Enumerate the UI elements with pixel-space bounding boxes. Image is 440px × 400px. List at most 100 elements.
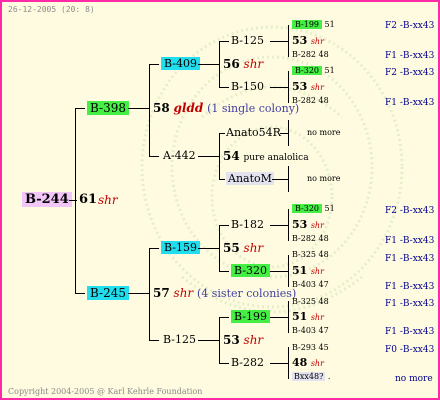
connector xyxy=(288,166,289,192)
g6-1-code1: F2 -B-xx43 xyxy=(385,68,435,78)
connector xyxy=(288,347,289,379)
b398-info: 58 gldd (1 single colony) xyxy=(153,101,300,115)
n54-info: 54 pure analolica xyxy=(223,149,309,163)
connector xyxy=(75,293,85,294)
g6-4-code1: F1 -B-xx43 xyxy=(385,299,435,309)
queen-b282[interactable]: B-282 xyxy=(231,356,264,370)
g6-3-bot[interactable]: B-403 47 xyxy=(292,280,329,290)
g6-4-top[interactable]: B-325 48 xyxy=(292,297,329,307)
connector xyxy=(270,225,288,226)
connector xyxy=(270,87,288,88)
connector xyxy=(288,71,289,103)
root-queen[interactable]: B-244 xyxy=(22,192,72,207)
connector xyxy=(149,248,150,340)
connector xyxy=(128,293,150,294)
queen-anatom[interactable]: AnatoM xyxy=(226,172,274,186)
queen-b409[interactable]: B-409 xyxy=(161,57,200,71)
copyright-footer: Copyright 2004-2005 @ Karl Kehrle Founda… xyxy=(8,387,203,396)
connector xyxy=(75,108,76,294)
queen-b150[interactable]: B-150 xyxy=(231,80,264,94)
queen-b182[interactable]: B-182 xyxy=(231,218,264,232)
g6-3-code1: F1 -B-xx43 xyxy=(385,254,435,264)
queen-b125-g5[interactable]: B-125 xyxy=(231,34,264,48)
connector xyxy=(288,209,289,241)
nomore-anato54r: no more xyxy=(307,128,341,137)
g6-5-top[interactable]: B-293 45 xyxy=(292,343,329,353)
connector xyxy=(149,340,159,341)
queen-anato54r[interactable]: Anato54R xyxy=(226,126,281,140)
connector xyxy=(288,255,289,287)
g6-0-code1: F2 -B-xx43 xyxy=(385,21,435,31)
connector xyxy=(198,340,220,341)
g6-1-code2: F1 -B-xx43 xyxy=(385,98,435,108)
g6-1-bot[interactable]: B-282 48 xyxy=(292,96,329,106)
g6-3-mid: 51 shr xyxy=(292,264,324,277)
g6-4-mid: 51 shr xyxy=(292,310,324,323)
connector xyxy=(219,133,220,179)
connector xyxy=(149,64,159,65)
queen-b320[interactable]: B-320 xyxy=(231,264,270,278)
connector xyxy=(219,271,229,272)
connector xyxy=(149,248,159,249)
connector xyxy=(198,248,220,249)
nomore-anatom: no more xyxy=(307,174,341,183)
n55-info: 55 shr xyxy=(223,241,264,255)
root-id: B-244 xyxy=(22,192,72,207)
g6-0-top[interactable]: B-199 51 xyxy=(292,20,335,30)
connector xyxy=(219,317,220,363)
g6-2-mid: 53 shr xyxy=(292,218,324,231)
connector xyxy=(219,41,229,42)
connector xyxy=(280,133,288,134)
g6-2-code1: F2 -B-xx43 xyxy=(385,206,435,216)
queen-b125[interactable]: B-125 xyxy=(163,333,196,347)
connector xyxy=(219,41,220,87)
connector xyxy=(270,41,288,42)
n53-info: 53 shr xyxy=(223,333,264,347)
g6-3-top[interactable]: B-325 48 xyxy=(292,250,329,260)
connector xyxy=(219,87,229,88)
connector xyxy=(219,225,220,271)
g6-5-code1: F0 -B-xx43 xyxy=(385,345,435,355)
g6-1-top[interactable]: B-320 51 xyxy=(292,66,335,76)
connector xyxy=(149,64,150,156)
g6-1-mid: 53 shr xyxy=(292,80,324,93)
g6-5-mid: 48 shr xyxy=(292,356,324,369)
connector xyxy=(219,317,229,318)
connector xyxy=(219,363,229,364)
connector xyxy=(288,120,289,146)
root-year: 61 xyxy=(79,192,98,207)
g6-0-bot[interactable]: B-282 48 xyxy=(292,50,329,60)
connector xyxy=(270,363,288,364)
connector xyxy=(219,133,225,134)
connector xyxy=(219,225,229,226)
connector xyxy=(149,156,159,157)
connector xyxy=(75,108,85,109)
connector xyxy=(128,108,150,109)
root-race: shr xyxy=(98,193,118,207)
queen-a442[interactable]: A-442 xyxy=(163,149,196,163)
g6-0-code2: F1 -B-xx43 xyxy=(385,51,435,61)
g6-2-code2: F1 -B-xx43 xyxy=(385,236,435,246)
queen-b199[interactable]: B-199 xyxy=(231,310,270,324)
connector xyxy=(288,25,289,57)
g6-4-bot[interactable]: B-403 47 xyxy=(292,326,329,336)
g6-2-bot[interactable]: B-282 48 xyxy=(292,234,329,244)
g6-4-code2: F1 -B-xx43 xyxy=(385,327,435,337)
queen-b245[interactable]: B-245 xyxy=(87,286,129,300)
g6-3-code2: F1 -B-xx43 xyxy=(385,282,435,292)
b245-info: 57 shr (4 sister colonies) xyxy=(153,286,297,300)
connector xyxy=(272,179,288,180)
pedigree-frame: 26-12-2005 (20: 8) B-244 61 shr B-398 B-… xyxy=(0,0,440,400)
queen-b398[interactable]: B-398 xyxy=(87,101,129,115)
g6-5-code2: no more xyxy=(395,374,433,384)
connector xyxy=(270,271,288,272)
g6-5-bot[interactable]: Bxx48? . xyxy=(292,372,330,382)
date-header: 26-12-2005 (20: 8) xyxy=(8,5,95,14)
connector xyxy=(219,179,225,180)
connector xyxy=(270,317,288,318)
g6-0-mid: 53 shr xyxy=(292,34,324,47)
g6-2-top[interactable]: B-320 51 xyxy=(292,204,335,214)
connector xyxy=(198,64,220,65)
connector xyxy=(288,301,289,333)
queen-b159[interactable]: B-159 xyxy=(161,241,200,255)
